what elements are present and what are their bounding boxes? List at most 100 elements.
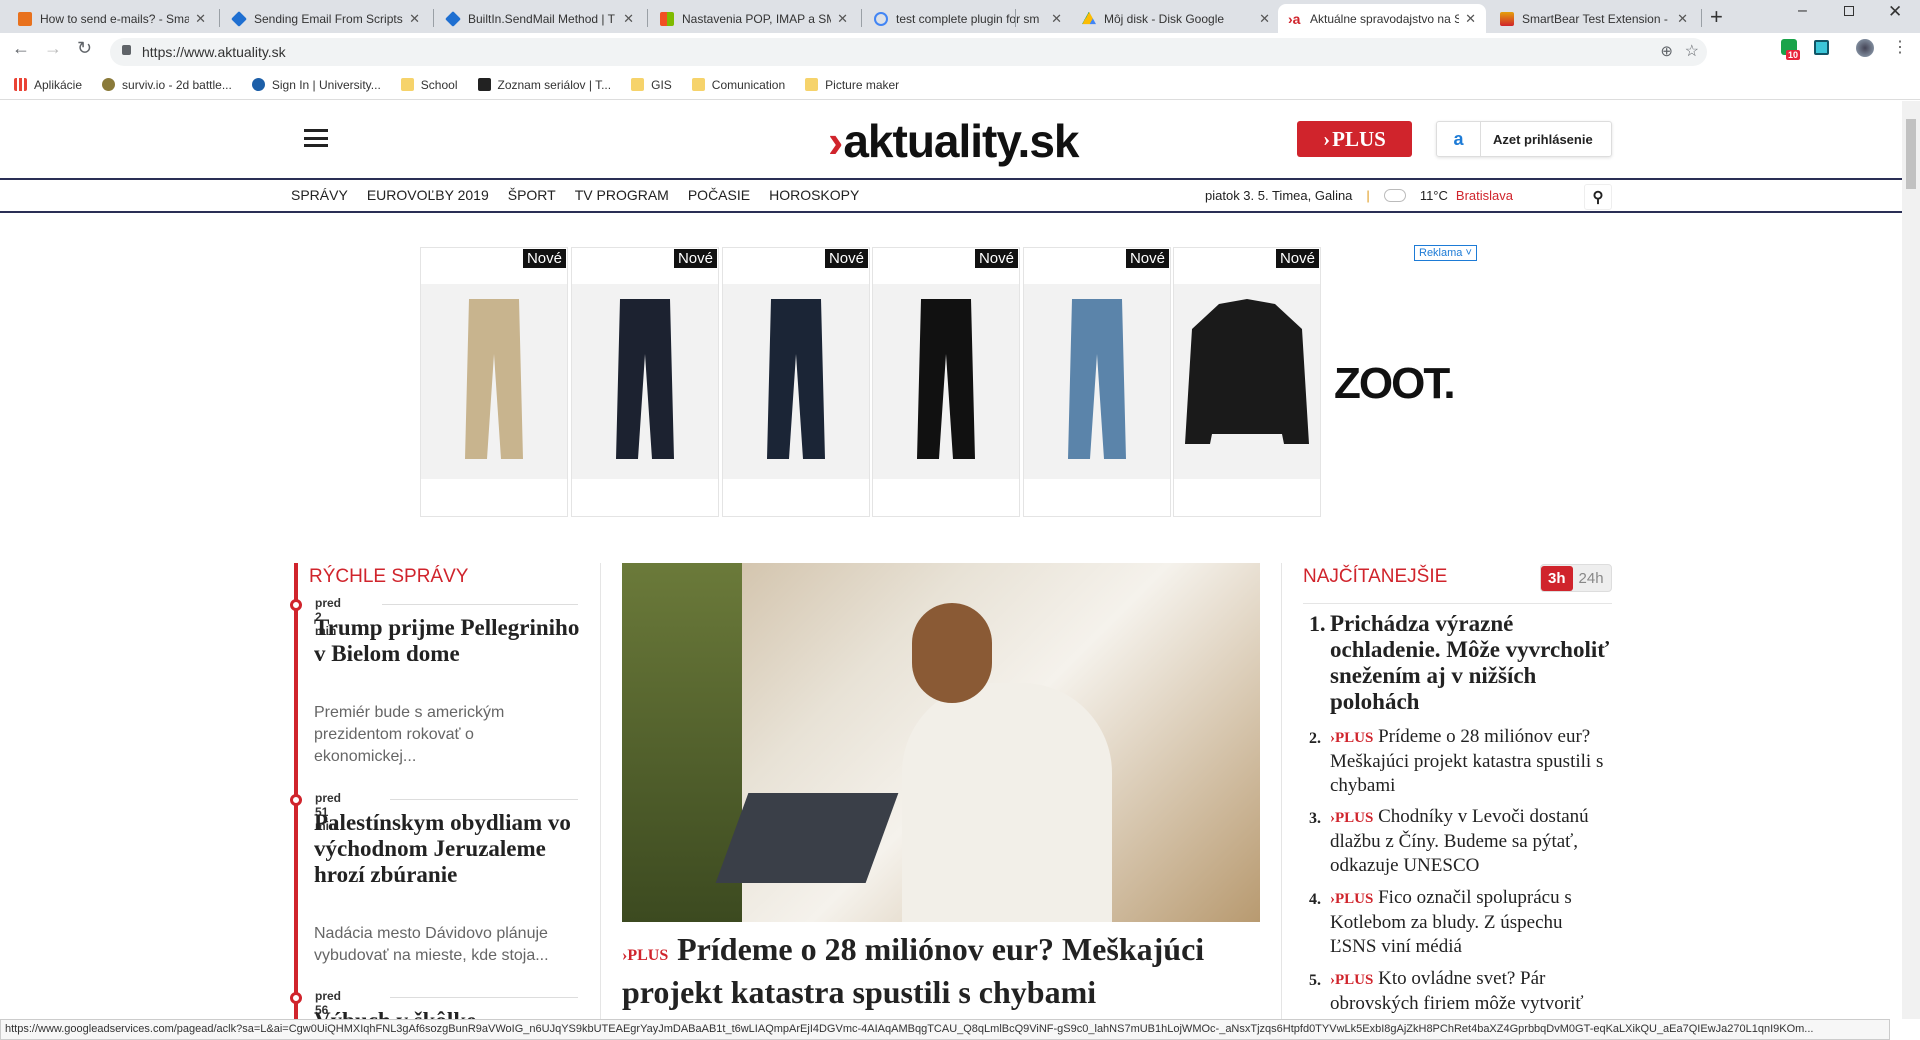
search-button[interactable]: ⚲ bbox=[1584, 184, 1612, 210]
zoom-icon[interactable]: ⊕ bbox=[1660, 42, 1673, 60]
hamburger-menu-icon[interactable] bbox=[304, 129, 328, 147]
search-icon: ⚲ bbox=[1592, 189, 1604, 206]
trousers-image bbox=[465, 299, 523, 459]
tab-favicon-icon bbox=[445, 10, 461, 27]
news-headline[interactable]: Výbuch v škôlke bbox=[314, 1008, 584, 1019]
tab-favicon-icon bbox=[231, 10, 247, 27]
most-read-item[interactable]: 2. ›PLUS Prídeme o 28 miliónov eur? Meška… bbox=[1303, 725, 1613, 798]
tab[interactable]: test complete plugin for sm ✕ bbox=[864, 4, 1072, 33]
microsoft-favicon-icon bbox=[660, 11, 674, 26]
timeline-dot-icon bbox=[290, 992, 302, 1004]
trousers-image bbox=[1068, 299, 1126, 459]
web-page: › aktuality.sk › PLUS a Azet prihlásenie … bbox=[0, 101, 1902, 1019]
google-drive-favicon-icon bbox=[1082, 11, 1096, 25]
tab[interactable]: Môj disk - Disk Google ✕ bbox=[1072, 4, 1280, 33]
most-read-item[interactable]: 5. ›PLUS Kto ovládne svet? Pár obrovských… bbox=[1303, 967, 1613, 1016]
close-window-button[interactable]: ✕ bbox=[1888, 2, 1902, 22]
timeline-dot-icon bbox=[290, 599, 302, 611]
bookmark[interactable]: Sign In | University... bbox=[251, 78, 381, 92]
tab[interactable]: BuiltIn.SendMail Method | T ✕ bbox=[436, 4, 644, 33]
azet-login-button[interactable]: a Azet prihlásenie bbox=[1436, 121, 1612, 157]
address-bar[interactable]: https://www.aktuality.sk ⊕ ☆ bbox=[110, 38, 1707, 66]
close-tab-icon[interactable]: ✕ bbox=[837, 11, 848, 27]
tab[interactable]: SmartBear Test Extension - I ✕ bbox=[1490, 4, 1698, 33]
most-read-item[interactable]: 4. ›PLUS Fico označil spoluprácu s Kotleb… bbox=[1303, 886, 1613, 959]
bookmark-apps[interactable]: Aplikácie bbox=[14, 78, 82, 92]
close-tab-icon[interactable]: ✕ bbox=[1259, 11, 1270, 27]
tab-24h[interactable]: 24h bbox=[1579, 570, 1604, 587]
play-icon bbox=[477, 78, 491, 91]
plus-badge: ›PLUS bbox=[1330, 891, 1374, 907]
star-icon[interactable]: ☆ bbox=[1685, 41, 1699, 61]
tab-3h[interactable]: 3h bbox=[1541, 565, 1573, 591]
folder-icon bbox=[400, 78, 414, 91]
section-title: NAJČÍTANEJŠIE bbox=[1303, 566, 1448, 587]
timeline-dot-icon bbox=[290, 794, 302, 806]
ad-product-tile[interactable]: Nové bbox=[571, 247, 719, 517]
tab[interactable]: Nastavenia POP, IMAP a SM ✕ bbox=[650, 4, 858, 33]
zoot-logo[interactable]: ZOOT. bbox=[1334, 359, 1456, 409]
restore-button[interactable] bbox=[1844, 6, 1854, 16]
close-tab-icon[interactable]: ✕ bbox=[1677, 11, 1688, 27]
plus-badge: ›PLUS bbox=[1330, 810, 1374, 826]
ad-product-tile[interactable]: Nové bbox=[1023, 247, 1171, 517]
article-headline[interactable]: ›PLUS Prídeme o 28 miliónov eur? Meškajú… bbox=[622, 931, 1242, 1010]
minimize-button[interactable]: – bbox=[1798, 2, 1807, 20]
nav-spravy[interactable]: SPRÁVY bbox=[291, 187, 348, 203]
close-tab-icon[interactable]: ✕ bbox=[409, 11, 420, 27]
tab-favicon-icon bbox=[18, 11, 32, 26]
tab-active[interactable]: ›a Aktuálne spravodajstvo na S ✕ bbox=[1278, 4, 1486, 33]
time-toggle: 3h 24h bbox=[1540, 564, 1612, 592]
scrollbar[interactable] bbox=[1902, 101, 1920, 1019]
divider bbox=[390, 799, 578, 800]
tab[interactable]: How to send e-mails? - Sma ✕ bbox=[8, 4, 216, 33]
ad-product-tile[interactable]: Nové bbox=[872, 247, 1020, 517]
new-tab-button[interactable]: + bbox=[1710, 4, 1723, 30]
reload-icon[interactable]: ↻ bbox=[77, 38, 92, 59]
forward-icon[interactable]: → bbox=[44, 38, 62, 59]
most-read-item[interactable]: 1. Prichádza výrazné ochladenie. Môže vyv… bbox=[1303, 611, 1613, 715]
article-image[interactable] bbox=[622, 563, 1260, 922]
news-perex: Premiér bude s americkým prezidentom rok… bbox=[314, 704, 505, 765]
azet-logo-icon: a bbox=[1437, 122, 1481, 156]
bookmark-folder[interactable]: Picture maker bbox=[805, 78, 899, 92]
ad-product-tile[interactable]: Nové bbox=[1173, 247, 1321, 517]
back-icon[interactable]: ← bbox=[12, 38, 30, 59]
scrollbar-thumb[interactable] bbox=[1906, 119, 1916, 189]
bookmark-folder[interactable]: GIS bbox=[631, 78, 672, 92]
news-headline[interactable]: Trump prijme Pellegriniho v Bielom dome bbox=[314, 615, 584, 667]
bookmark[interactable]: Zoznam seriálov | T... bbox=[477, 78, 611, 92]
reklama-label[interactable]: Reklama ˅ bbox=[1414, 245, 1477, 261]
bookmark-folder[interactable]: School bbox=[400, 78, 458, 92]
profile-avatar[interactable] bbox=[1856, 39, 1874, 57]
cloud-icon bbox=[1383, 189, 1406, 202]
trousers-image bbox=[616, 299, 674, 459]
bookmark-folder[interactable]: Comunication bbox=[691, 78, 785, 92]
most-read-item[interactable]: 3. ›PLUS Chodníky v Levoči dostanú dlažbu… bbox=[1303, 805, 1613, 878]
new-badge: Nové bbox=[1275, 249, 1319, 268]
news-headline[interactable]: Palestínskym obydliam vo východnom Jeruz… bbox=[314, 810, 584, 888]
tab[interactable]: Sending Email From Scripts ✕ bbox=[222, 4, 430, 33]
menu-icon[interactable]: ⋮ bbox=[1892, 37, 1908, 57]
extension-badge: 10 bbox=[1786, 50, 1801, 60]
university-icon bbox=[251, 78, 265, 91]
close-tab-icon[interactable]: ✕ bbox=[195, 11, 206, 27]
aktuality-favicon-icon: ›a bbox=[1288, 10, 1301, 27]
trousers-image bbox=[917, 299, 975, 459]
timeline-line bbox=[294, 563, 298, 1019]
close-tab-icon[interactable]: ✕ bbox=[1465, 11, 1476, 27]
folder-icon bbox=[805, 78, 819, 91]
weather-city-link[interactable]: Bratislava bbox=[1456, 188, 1513, 203]
ad-product-tile[interactable]: Nové bbox=[722, 247, 870, 517]
new-badge: Nové bbox=[522, 249, 566, 268]
divider bbox=[600, 563, 601, 1019]
close-tab-icon[interactable]: ✕ bbox=[623, 11, 634, 27]
smartbear-favicon-icon bbox=[1500, 11, 1514, 26]
bookmark[interactable]: surviv.io - 2d battle... bbox=[102, 78, 232, 92]
url-text: https://www.aktuality.sk bbox=[142, 44, 286, 60]
news-perex: Nadácia mesto Dávidovo plánuje vybudovať… bbox=[314, 925, 549, 964]
close-tab-icon[interactable]: ✕ bbox=[1051, 11, 1062, 27]
surviv-icon bbox=[102, 78, 116, 91]
extension-icon[interactable] bbox=[1814, 40, 1829, 55]
ad-product-tile[interactable]: Nové bbox=[420, 247, 568, 517]
